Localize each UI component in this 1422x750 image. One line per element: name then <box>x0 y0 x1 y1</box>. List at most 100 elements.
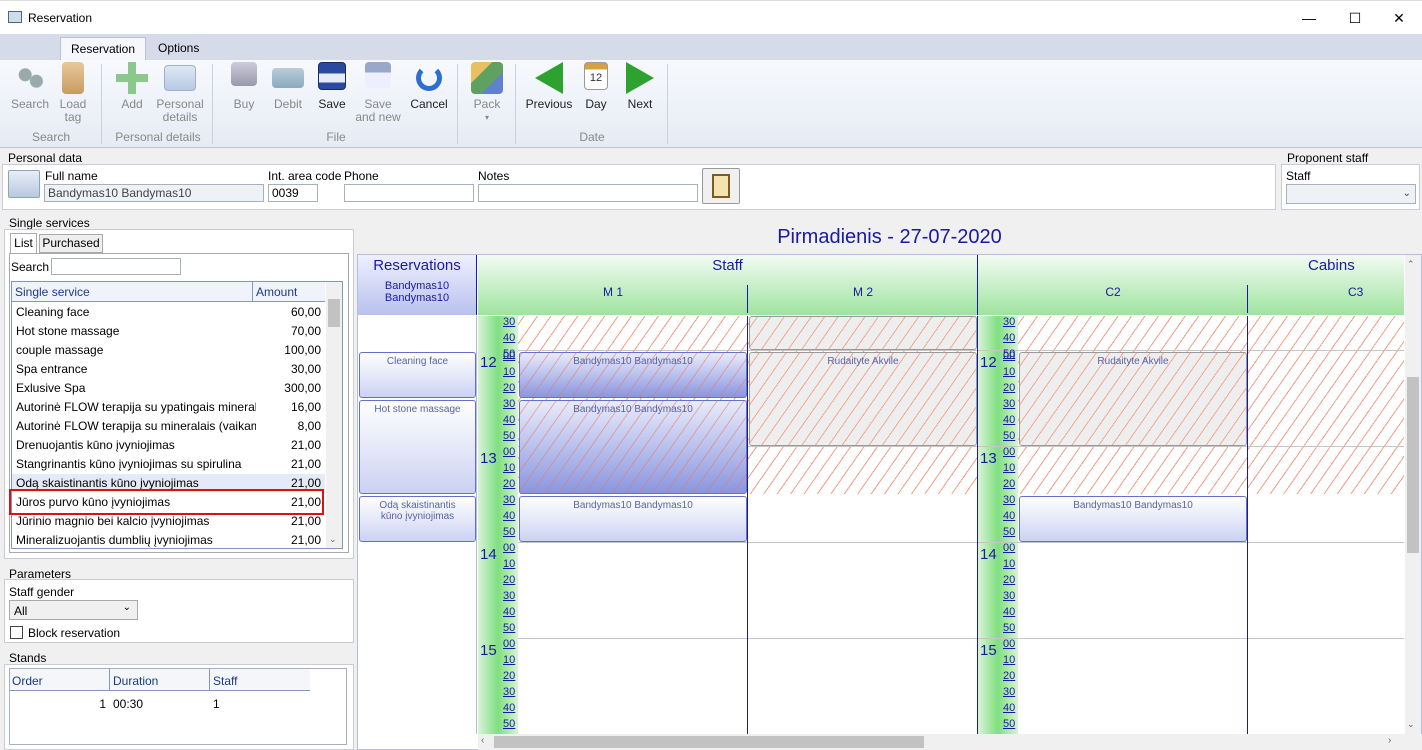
col-single-service[interactable]: Single service <box>15 285 90 299</box>
calendar-vscrollbar[interactable]: ⌃ ⌄ <box>1405 255 1421 735</box>
booking-m1-b[interactable]: Bandymas10 Bandymas10 <box>519 400 747 494</box>
day-button[interactable]: 12 Day <box>578 62 614 111</box>
floppy-disk-icon <box>318 62 346 90</box>
hour-line <box>518 638 1404 639</box>
service-row[interactable]: Hot stone massage 70,00 <box>12 322 325 341</box>
scrollbar-thumb[interactable] <box>328 299 340 327</box>
minute-tick: 50 <box>503 718 516 730</box>
booking-label: Bandymas10 Bandymas10 <box>573 500 693 511</box>
reservation-item-oda[interactable]: Odą skaistinantis kūno įvyniojimas <box>359 496 476 542</box>
area-code-label: Int. area code <box>268 169 342 183</box>
previous-label: Previous <box>525 97 573 111</box>
previous-button[interactable]: Previous <box>522 62 576 111</box>
col-duration[interactable]: Duration <box>113 674 158 688</box>
block-reservation-checkbox[interactable] <box>10 626 23 639</box>
notes-edit-button[interactable] <box>702 168 740 204</box>
cabin-col-c3[interactable]: C3 <box>1348 285 1363 299</box>
save-and-new-button[interactable]: Save and new <box>354 62 402 124</box>
tab-reservation[interactable]: Reservation <box>60 37 147 60</box>
tab-purchased[interactable]: Purchased <box>39 234 103 253</box>
services-scrollbar[interactable]: ⌄ <box>326 282 342 548</box>
tab-options[interactable]: Options <box>148 37 209 60</box>
date-title: Pirmadienis - 27-07-2020 <box>357 222 1422 254</box>
scrollbar-thumb[interactable] <box>1407 377 1419 553</box>
phone-field[interactable] <box>344 184 474 202</box>
service-row[interactable]: Exlusive Spa 300,00 <box>12 379 325 398</box>
reservation-item-hot-stone[interactable]: Hot stone massage <box>359 400 476 494</box>
service-row[interactable]: Drenuojantis kūno įvyniojimas 21,00 <box>12 436 325 455</box>
minimize-button[interactable]: — <box>1286 1 1332 35</box>
title-bar: Reservation — ☐ ✕ <box>0 0 1422 34</box>
service-row[interactable]: Stangrinantis kūno įvyniojimas su spirul… <box>12 455 325 474</box>
minute-tick: 10 <box>1003 366 1016 378</box>
service-name: Stangrinantis kūno įvyniojimas su spirul… <box>16 457 242 471</box>
service-search-input[interactable] <box>51 258 181 275</box>
scroll-left-icon[interactable]: ‹ <box>481 735 484 746</box>
tab-list[interactable]: List <box>10 233 37 253</box>
hour-label: 12 <box>980 354 997 371</box>
reservation-client[interactable]: Bandymas10 Bandymas10 <box>358 280 476 304</box>
service-row[interactable]: Cleaning face 60,00 <box>12 303 325 322</box>
contact-card-icon[interactable] <box>8 170 40 198</box>
staff-select[interactable]: ⌄ <box>1286 184 1416 204</box>
stands-grid: Order Duration Staff 1 00:30 1 <box>9 668 347 745</box>
buy-label: Buy <box>233 97 255 111</box>
col-amount[interactable]: Amount <box>256 285 297 299</box>
minute-tick: 30 <box>1003 590 1016 602</box>
pack-button[interactable]: Pack ▾ <box>464 62 510 124</box>
scroll-up-icon[interactable]: ⌃ <box>1407 259 1415 270</box>
search-button[interactable]: Search <box>6 62 54 111</box>
booking-m1-a[interactable]: Bandymas10 Bandymas10 <box>519 352 747 398</box>
booking-c2-b[interactable]: Bandymas10 Bandymas10 <box>1019 496 1247 542</box>
booking-c2-a[interactable]: Rudaityte Akvile <box>1019 352 1247 446</box>
col-order[interactable]: Order <box>12 674 43 688</box>
minute-tick: 30 <box>1003 494 1016 506</box>
service-row[interactable]: Autorinė FLOW terapija su ypatingais min… <box>12 398 325 417</box>
reservation-item-cleaning-face[interactable]: Cleaning face <box>359 352 476 398</box>
service-name: Spa entrance <box>16 362 88 376</box>
staff-col-m2[interactable]: M 2 <box>748 285 978 299</box>
full-name-field[interactable]: Bandymas10 Bandymas10 <box>44 184 264 202</box>
booking-m2-a[interactable]: Rudaityte Akvile <box>749 352 977 446</box>
scroll-down-icon[interactable]: ⌄ <box>329 534 337 545</box>
buy-button[interactable]: Buy <box>222 62 266 111</box>
service-row[interactable]: Spa entrance 30,00 <box>12 360 325 379</box>
col-staff[interactable]: Staff <box>213 674 237 688</box>
notes-field[interactable] <box>478 184 698 202</box>
chevron-down-icon: ⌄ <box>122 602 131 613</box>
scroll-right-icon[interactable]: › <box>1388 735 1391 746</box>
minute-tick: 20 <box>1003 670 1016 682</box>
cancel-button[interactable]: Cancel <box>404 62 454 111</box>
booking-m1-c[interactable]: Bandymas10 Bandymas10 <box>519 496 747 542</box>
service-row[interactable]: Mineralizuojantis dumblių įvyniojimas 21,… <box>12 531 325 550</box>
service-row[interactable]: couple massage 100,00 <box>12 341 325 360</box>
personal-details-button[interactable]: Personal details <box>154 62 206 124</box>
staff-col-m1[interactable]: M 1 <box>478 285 748 299</box>
pack-dropdown-icon: ▾ <box>484 113 489 122</box>
area-code-field[interactable]: 0039 <box>268 184 318 202</box>
window-title: Reservation <box>28 11 93 25</box>
col-divider <box>109 669 110 691</box>
maximize-button[interactable]: ☐ <box>1332 1 1378 35</box>
debit-button[interactable]: Debit <box>266 62 310 111</box>
calendar-view: Pirmadienis - 27-07-2020 Reservations Ba… <box>357 222 1422 750</box>
group-personal-details-label: Personal details <box>115 130 201 144</box>
add-button[interactable]: Add <box>110 62 154 111</box>
service-row[interactable]: Autorinė FLOW terapija su mineralais (va… <box>12 417 325 436</box>
cabin-col-c2[interactable]: C2 <box>978 285 1248 299</box>
save-and-new-label: Save and new <box>355 97 401 124</box>
staff-gender-select[interactable]: All ⌄ <box>9 600 138 620</box>
scrollbar-thumb[interactable] <box>494 736 924 748</box>
save-button[interactable]: Save <box>310 62 354 111</box>
minute-tick: 20 <box>1003 382 1016 394</box>
next-button[interactable]: Next <box>618 62 662 111</box>
app-icon <box>8 11 22 23</box>
staff-header: Staff M 1 M 2 <box>478 255 978 315</box>
col-divider <box>1247 316 1248 734</box>
load-tag-button[interactable]: Load tag <box>54 62 92 124</box>
stand-staff: 1 <box>213 697 220 711</box>
scroll-down-icon[interactable]: ⌄ <box>1407 719 1415 730</box>
booking-m2-top[interactable] <box>749 316 977 350</box>
calendar-hscrollbar[interactable]: ‹ › <box>478 734 1422 750</box>
close-button[interactable]: ✕ <box>1376 1 1422 35</box>
